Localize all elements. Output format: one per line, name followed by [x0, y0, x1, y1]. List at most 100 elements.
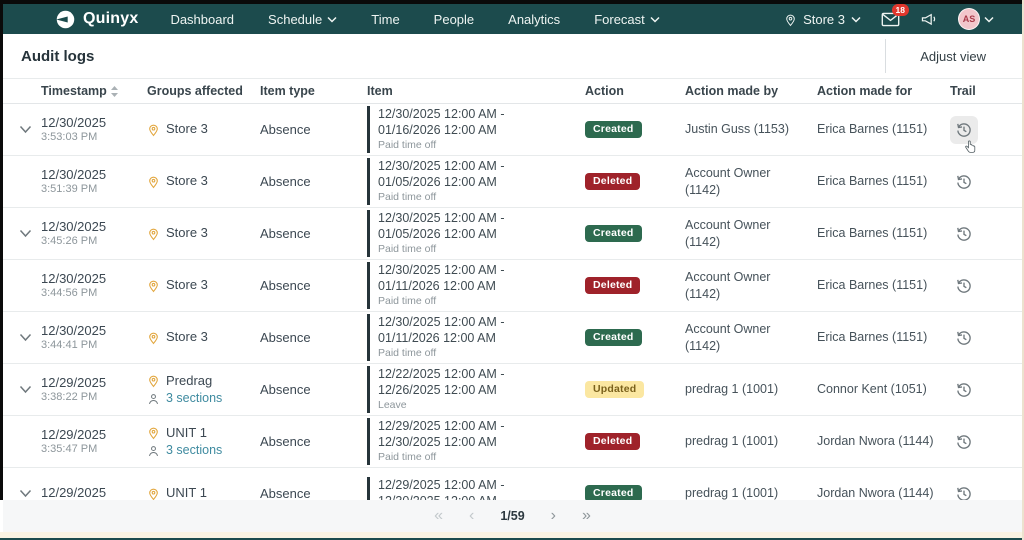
expand-chevron-icon[interactable] — [19, 333, 32, 342]
item-date-range-line1: 12/22/2025 12:00 AM - — [378, 366, 504, 382]
page-indicator: 1/59 — [500, 509, 524, 523]
nav-item-time[interactable]: Time — [371, 12, 399, 27]
brand-name: Quinyx — [83, 10, 138, 28]
item-date-range-line2: 01/05/2026 12:00 AM — [378, 226, 504, 242]
page-header: Audit logs Adjust view — [3, 34, 1022, 78]
adjust-view-button[interactable]: Adjust view — [885, 39, 1022, 73]
action-made-for: Erica Barnes (1151) — [817, 121, 937, 138]
item-subtype: Leave — [378, 399, 504, 413]
store-selector-label: Store 3 — [803, 12, 845, 27]
history-icon — [955, 225, 973, 243]
action-made-for: Jordan Nwora (1144) — [817, 485, 944, 500]
last-page-button[interactable]: » — [582, 508, 591, 524]
row-timestamp-time: 3:51:39 PM — [41, 183, 106, 197]
chevron-down-icon — [327, 16, 337, 23]
expand-chevron-icon[interactable] — [19, 489, 32, 498]
history-icon — [955, 277, 973, 295]
avatar: AS — [958, 8, 980, 30]
history-icon — [955, 329, 973, 347]
sections-link[interactable]: 3 sections — [166, 390, 222, 408]
trail-history-button[interactable] — [950, 428, 978, 456]
chevron-down-icon — [984, 16, 994, 23]
item-type: Absence — [260, 382, 311, 397]
group-pin-icon — [147, 330, 160, 345]
page-title: Audit logs — [21, 48, 94, 65]
action-made-for: Connor Kent (1051) — [817, 381, 937, 398]
mouse-cursor-hand — [964, 140, 977, 155]
messages-button[interactable]: 18 — [881, 12, 900, 27]
group-name: Store 3 — [166, 172, 208, 190]
item-summary: 12/29/2025 12:00 AM - 12/30/2025 12:00 A… — [367, 477, 504, 500]
expand-chevron-icon[interactable] — [19, 125, 32, 134]
action-made-by: Account Owner (1142) — [685, 165, 817, 199]
trail-history-button[interactable] — [950, 220, 978, 248]
nav-item-people[interactable]: People — [434, 12, 474, 27]
group-pin-icon — [147, 373, 160, 388]
column-header-item-type: Item type — [260, 84, 367, 98]
row-timestamp-time: 3:45:26 PM — [41, 235, 106, 249]
previous-page-button[interactable]: ‹ — [469, 508, 474, 524]
location-pin-icon — [784, 12, 797, 27]
item-date-range-line1: 12/30/2025 12:00 AM - — [378, 106, 504, 122]
item-date-range-line1: 12/29/2025 12:00 AM - — [378, 477, 504, 493]
group-name: Store 3 — [166, 224, 208, 242]
group-name: Store 3 — [166, 328, 208, 346]
group-name: Store 3 — [166, 276, 208, 294]
next-page-button[interactable]: › — [551, 508, 556, 524]
first-page-button[interactable]: « — [434, 508, 443, 524]
item-date-range-line1: 12/30/2025 12:00 AM - — [378, 262, 504, 278]
group-pin-icon — [147, 174, 160, 189]
user-menu[interactable]: AS — [958, 8, 994, 30]
trail-history-button[interactable] — [950, 480, 978, 501]
trail-history-button[interactable] — [950, 272, 978, 300]
item-date-range-line2: 01/16/2026 12:00 AM — [378, 122, 504, 138]
item-subtype: Paid time off — [378, 347, 504, 361]
column-header-action-made-for: Action made for — [817, 84, 950, 98]
expand-chevron-icon[interactable] — [19, 229, 32, 238]
expand-chevron-icon[interactable] — [19, 385, 32, 394]
table-row: 12/29/2025 3:38:22 PM Predrag — [3, 364, 1022, 416]
group-pin-icon — [147, 486, 160, 500]
action-badge: Deleted — [585, 277, 640, 294]
chevron-down-icon — [851, 16, 861, 23]
row-timestamp-time: 3:35:47 PM — [41, 443, 106, 457]
action-badge: Created — [585, 121, 642, 138]
action-badge: Deleted — [585, 433, 640, 450]
group-name: UNIT 1 — [166, 424, 207, 442]
nav-item-dashboard[interactable]: Dashboard — [170, 12, 234, 27]
item-summary: 12/30/2025 12:00 AM - 01/05/2026 12:00 A… — [367, 158, 504, 205]
nav-item-forecast[interactable]: Forecast — [594, 12, 660, 27]
column-header-action-made-by: Action made by — [685, 84, 817, 98]
announcements-button[interactable] — [920, 11, 938, 27]
trail-history-button[interactable] — [950, 376, 978, 404]
item-subtype: Paid time off — [378, 243, 504, 257]
nav-item-analytics[interactable]: Analytics — [508, 12, 560, 27]
action-badge: Updated — [585, 381, 644, 398]
chevron-down-icon — [650, 16, 660, 23]
trail-history-button[interactable] — [950, 324, 978, 352]
notification-badge: 18 — [892, 4, 909, 16]
trail-history-button[interactable] — [950, 116, 978, 144]
group-pin-icon — [147, 122, 160, 137]
item-subtype: Paid time off — [378, 295, 504, 309]
item-date-range-line2: 12/30/2025 12:00 AM — [378, 434, 504, 450]
row-timestamp-date: 12/29/2025 — [41, 427, 106, 443]
item-summary: 12/30/2025 12:00 AM - 01/11/2026 12:00 A… — [367, 314, 504, 361]
row-timestamp-time: 3:53:03 PM — [41, 131, 106, 145]
trail-history-button[interactable] — [950, 168, 978, 196]
action-made-for: Erica Barnes (1151) — [817, 225, 937, 242]
item-date-range-line1: 12/30/2025 12:00 AM - — [378, 314, 504, 330]
quinyx-logo[interactable]: Quinyx — [55, 9, 138, 30]
history-icon — [955, 485, 973, 501]
table-row: 12/30/2025 3:51:39 PM Store 3 Absence — [3, 156, 1022, 208]
history-icon — [955, 173, 973, 191]
column-header-timestamp[interactable]: Timestamp — [41, 84, 147, 98]
item-subtype: Paid time off — [378, 451, 504, 465]
row-timestamp-date: 12/29/2025 — [41, 375, 106, 391]
store-selector[interactable]: Store 3 — [784, 12, 861, 27]
sections-link[interactable]: 3 sections — [166, 442, 222, 460]
nav-item-schedule[interactable]: Schedule — [268, 12, 337, 27]
item-date-range-line1: 12/30/2025 12:00 AM - — [378, 210, 504, 226]
sections-icon — [147, 444, 160, 458]
action-badge: Created — [585, 329, 642, 346]
